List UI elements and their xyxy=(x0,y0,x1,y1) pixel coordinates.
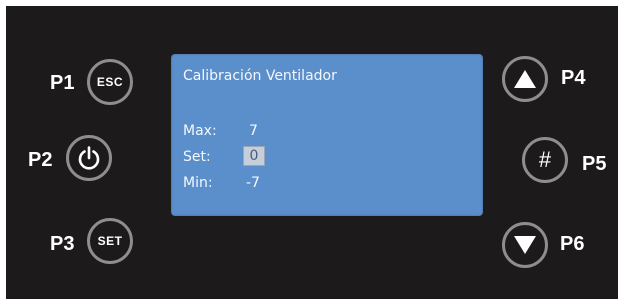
lcd-screen: Calibración Ventilador Max: 7 Set: 0 Min… xyxy=(171,54,483,216)
control-panel: P1 P2 P3 ESC SET Calibración Ventilador … xyxy=(6,6,618,299)
set-label: Set: xyxy=(183,149,211,165)
hash-button-label: # xyxy=(538,147,552,172)
p1-label: P1 xyxy=(50,72,75,94)
max-value: 7 xyxy=(249,123,258,139)
power-button[interactable] xyxy=(66,135,112,181)
set-button-label: SET xyxy=(97,234,123,248)
set-value: 0 xyxy=(249,148,259,164)
min-value: -7 xyxy=(246,175,260,191)
p3-label: P3 xyxy=(50,233,75,255)
p4-label: P4 xyxy=(561,67,586,89)
p6-label: P6 xyxy=(560,233,585,255)
max-label: Max: xyxy=(183,123,217,139)
down-triangle-icon xyxy=(514,236,536,254)
hash-button[interactable]: # xyxy=(522,137,568,183)
esc-button-label: ESC xyxy=(96,75,124,89)
esc-button[interactable]: ESC xyxy=(87,59,133,105)
p5-label: P5 xyxy=(582,153,607,175)
power-icon xyxy=(78,146,100,170)
up-button[interactable] xyxy=(502,56,548,102)
set-button[interactable]: SET xyxy=(87,218,133,264)
down-button[interactable] xyxy=(502,222,548,268)
set-value-field[interactable]: 0 xyxy=(243,146,265,166)
min-label: Min: xyxy=(183,175,213,191)
p2-label: P2 xyxy=(28,149,53,171)
screen-title: Calibración Ventilador xyxy=(183,68,337,84)
up-triangle-icon xyxy=(514,70,536,88)
